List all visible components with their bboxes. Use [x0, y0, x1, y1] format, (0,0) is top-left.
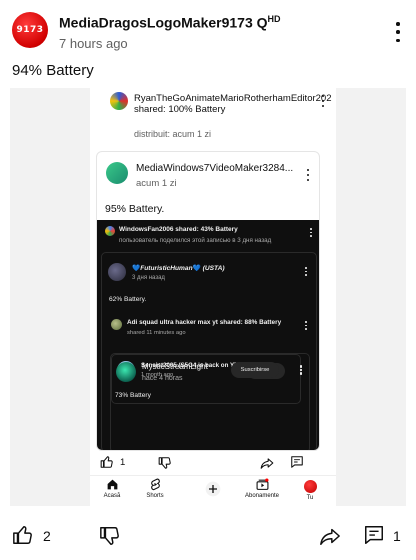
dark-card1-name-suffix: (USTA) [202, 265, 225, 272]
dark-card3-time: hace 4 horas [142, 375, 183, 382]
nav-create [193, 481, 233, 509]
shared-avatar [110, 92, 128, 110]
dark-card1-avatar [108, 263, 126, 281]
author-name: MediaDragosLogoMaker9173 [59, 14, 253, 31]
post-header: 9173 MediaDragosLogoMaker9173 QHD 7 hour… [12, 12, 404, 56]
post-time: 7 hours ago [59, 36, 128, 51]
nav-subs-label: Abonamente [244, 493, 280, 499]
more-vert-icon [309, 228, 313, 237]
nested-post-card: MediaWindows7VideoMaker3284... acum 1 zi… [96, 151, 320, 451]
nav-you: Tu [290, 478, 330, 506]
dark-card2-text: 73% Battery [115, 392, 151, 399]
nested-action-bar: 1 [96, 451, 320, 475]
dark-row1-sub: пользователь поделился этой записью в 3 … [119, 237, 272, 244]
subscribe-button: Suscribirse [231, 362, 279, 378]
nav-subscriptions: Abonamente [242, 478, 282, 506]
thumbs-up-icon [100, 456, 113, 468]
shorts-icon [150, 478, 160, 491]
shared-time: distribuit: acum 1 zi [134, 129, 212, 139]
nav-shorts-label: Shorts [146, 493, 164, 499]
more-vert-icon[interactable] [392, 22, 404, 42]
dark-row2-title: Adi squad ultra hacker max yt shared: 88… [127, 319, 282, 326]
dark-card3-name: MysticStreamLight [142, 362, 208, 371]
nested-avatar [106, 162, 128, 184]
screenshot-content: RyanTheGoAnimateMarioRotherhamEditor202 … [90, 88, 336, 506]
dark-nested-section: WindowsFan2006 shared: 43% Battery польз… [97, 220, 319, 450]
dark-card1-text: 62% Battery. [109, 296, 147, 303]
nested-time: acum 1 zi [136, 178, 177, 189]
channel-name[interactable]: MediaDragosLogoMaker9173 QHD [59, 14, 281, 31]
nav-home-label: Acasă [103, 493, 121, 499]
nested-text: 95% Battery. [105, 203, 165, 215]
dark-card3-avatar [116, 362, 136, 382]
thumbs-down-icon[interactable] [99, 525, 121, 547]
home-icon [107, 479, 117, 490]
dark-card-2: Sensist2005 (S5G4 is back on YT) 1 month… [110, 353, 310, 450]
dark-card-1: 💙FuturisticHuman💙 (USTA) 3 дня назад 62%… [101, 252, 317, 450]
post-image[interactable]: RyanTheGoAnimateMarioRotherhamEditor202 … [10, 88, 406, 506]
nav-you-label: Tu [306, 495, 314, 501]
nav-home: Acasă [92, 478, 132, 506]
nav-shorts: Shorts [135, 478, 175, 506]
post-action-bar: 2 1 [0, 515, 416, 555]
shared-author-line: RyanTheGoAnimateMarioRotherhamEditor202 … [134, 93, 332, 115]
channel-avatar[interactable]: 9173 [12, 12, 48, 48]
comment-icon [291, 456, 303, 468]
more-vert-icon [320, 95, 326, 107]
nav-you-avatar [303, 480, 317, 493]
author-suffix: Q [256, 14, 268, 31]
more-vert-icon [304, 267, 308, 276]
dark-row1-avatar [105, 226, 115, 236]
heart-icon: 💙 [132, 265, 141, 272]
share-icon [260, 458, 274, 469]
dark-row2-sub: shared 11 minutes ago [127, 330, 186, 336]
thumbs-up-icon[interactable] [12, 524, 34, 546]
like-count: 2 [43, 528, 51, 544]
more-vert-icon [299, 365, 303, 374]
comment-icon[interactable] [363, 524, 385, 546]
comment-count: 1 [393, 528, 401, 544]
share-icon[interactable] [319, 525, 341, 547]
dark-card1-name-text: FuturisticHuman [140, 265, 193, 272]
dark-card1-time: 3 дня назад [132, 275, 165, 281]
more-vert-icon [304, 321, 308, 330]
subscriptions-icon [256, 478, 268, 490]
dark-card1-name: 💙FuturisticHuman💙 (USTA) [132, 264, 225, 272]
thumbs-down-icon [158, 457, 171, 469]
heart-icon: 💙 [192, 265, 201, 272]
nested-author: MediaWindows7VideoMaker3284... [136, 163, 294, 174]
avatar-text: 9173 [16, 25, 44, 35]
dark-row2-avatar [111, 319, 122, 330]
bottom-nav: Acasă Shorts Abonamente Tu [90, 475, 336, 506]
dark-row1-title: WindowsFan2006 shared: 43% Battery [119, 226, 238, 233]
post-text: 94% Battery [12, 62, 94, 79]
author-sup: HD [267, 14, 281, 24]
more-vert-icon [305, 169, 311, 181]
add-icon [205, 481, 221, 497]
nested-like-count: 1 [120, 457, 126, 468]
